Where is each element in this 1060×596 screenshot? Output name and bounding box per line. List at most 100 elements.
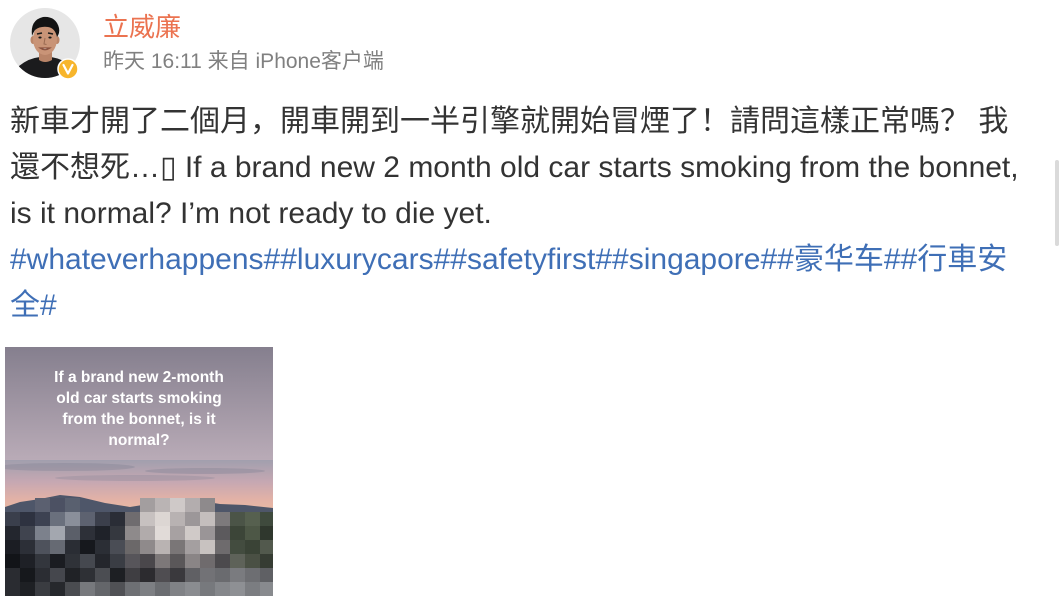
mosaic-block — [125, 540, 140, 554]
mosaic-block — [215, 582, 230, 596]
mosaic-block — [185, 498, 200, 512]
hashtag-list: #whateverhappens##luxurycars##safetyfirs… — [10, 237, 1025, 329]
mosaic-block — [200, 582, 215, 596]
mosaic-block — [35, 498, 50, 512]
mosaic-block — [95, 568, 110, 582]
mosaic-block — [50, 568, 65, 582]
mosaic-block — [5, 526, 20, 540]
mosaic-block — [50, 540, 65, 554]
mosaic-block — [80, 582, 95, 596]
mosaic-block — [170, 512, 185, 526]
mosaic-block — [95, 526, 110, 540]
scrollbar-thumb[interactable] — [1055, 160, 1059, 246]
mosaic-block — [200, 526, 215, 540]
mosaic-block — [170, 554, 185, 568]
mosaic-block — [125, 512, 140, 526]
mosaic-block — [50, 526, 65, 540]
mosaic-block — [245, 582, 260, 596]
mosaic-block — [230, 526, 245, 540]
mosaic-block — [20, 568, 35, 582]
mosaic-block — [230, 568, 245, 582]
mosaic-block — [245, 512, 260, 526]
mosaic-block — [245, 554, 260, 568]
mosaic-block — [140, 568, 155, 582]
mosaic-block — [185, 540, 200, 554]
mosaic-block — [200, 498, 215, 512]
mosaic-block — [155, 498, 170, 512]
image-caption-line: old car starts smoking — [56, 390, 222, 407]
mosaic-block — [35, 540, 50, 554]
mosaic-block — [50, 512, 65, 526]
mosaic-block — [95, 582, 110, 596]
mosaic-block — [140, 498, 155, 512]
mosaic-block — [5, 568, 20, 582]
hashtag-link[interactable]: #whateverhappens# — [10, 243, 280, 276]
mosaic-block — [155, 526, 170, 540]
source-prefix: 来自 — [207, 50, 250, 73]
post-content: 新車才開了二個月，開車開到一半引擎就開始冒煙了！請問這樣正常嗎？ 我 還不想死…… — [10, 99, 1055, 329]
post-time-link[interactable]: 昨天 16:11 — [103, 50, 202, 73]
mosaic-block — [215, 540, 230, 554]
hashtag-link[interactable]: #singapore# — [612, 243, 777, 276]
post-meta: 昨天 16:11 来自 iPhone客户端 — [103, 48, 384, 76]
post-image-thumbnail[interactable]: If a brand new 2-month old car starts sm… — [5, 347, 273, 596]
mosaic-block — [125, 526, 140, 540]
image-caption-line: If a brand new 2-month — [54, 369, 224, 386]
post-text-line: 還不想死…▯ If a brand new 2 month old car st… — [10, 151, 1019, 184]
mosaic-block — [35, 582, 50, 596]
mosaic-block — [95, 554, 110, 568]
mosaic-block — [95, 540, 110, 554]
mosaic-block — [185, 554, 200, 568]
avatar-eye-right — [48, 36, 52, 39]
mosaic-block — [35, 526, 50, 540]
mosaic-block — [140, 554, 155, 568]
mosaic-block — [260, 512, 273, 526]
mosaic-block — [155, 554, 170, 568]
mosaic-block — [200, 512, 215, 526]
mosaic-block — [200, 568, 215, 582]
mosaic-block — [110, 582, 125, 596]
mosaic-block — [260, 568, 273, 582]
image-caption-line: normal? — [108, 432, 170, 449]
mosaic-block — [140, 512, 155, 526]
mosaic-block — [125, 554, 140, 568]
mosaic-block — [65, 568, 80, 582]
verified-badge-icon — [57, 58, 79, 80]
mosaic-block — [185, 512, 200, 526]
mosaic-block — [125, 568, 140, 582]
mosaic-block — [80, 568, 95, 582]
post-text-line: is it normal? I’m not ready to die yet. — [10, 197, 492, 230]
mosaic-block — [20, 540, 35, 554]
weibo-post: 立威廉 昨天 16:11 来自 iPhone客户端 新車才開了二個月，開車開到一… — [0, 0, 1060, 596]
mosaic-block — [140, 526, 155, 540]
mosaic-block — [50, 582, 65, 596]
mosaic-block — [215, 526, 230, 540]
mosaic-block — [65, 512, 80, 526]
mosaic-block — [155, 568, 170, 582]
mosaic-block — [230, 540, 245, 554]
pixelated-cars — [5, 498, 273, 596]
mosaic-block — [20, 582, 35, 596]
avatar-brow-right — [47, 32, 54, 35]
mosaic-block — [230, 582, 245, 596]
mosaic-block — [50, 554, 65, 568]
verified-badge-circle — [57, 58, 79, 80]
author-name[interactable]: 立威廉 — [103, 10, 181, 44]
author-avatar[interactable] — [10, 8, 80, 80]
hashtag-link[interactable]: #豪华车# — [777, 243, 900, 276]
mosaic-block — [230, 554, 245, 568]
mosaic-block — [260, 554, 273, 568]
mosaic-block — [80, 540, 95, 554]
avatar-brow-left — [36, 32, 43, 35]
post-text-line: 新車才開了二個月，開車開到一半引擎就開始冒煙了！請問這樣正常嗎？ 我 — [10, 105, 1009, 138]
mosaic-block — [260, 526, 273, 540]
hashtag-link[interactable]: #luxurycars# — [280, 243, 450, 276]
mosaic-block — [200, 540, 215, 554]
mosaic-block — [110, 512, 125, 526]
cloud — [145, 468, 265, 474]
mosaic-block — [20, 526, 35, 540]
post-source-link[interactable]: iPhone客户端 — [256, 50, 384, 73]
mosaic-block — [215, 554, 230, 568]
hashtag-link[interactable]: #safetyfirst# — [450, 243, 612, 276]
mosaic-block — [170, 582, 185, 596]
